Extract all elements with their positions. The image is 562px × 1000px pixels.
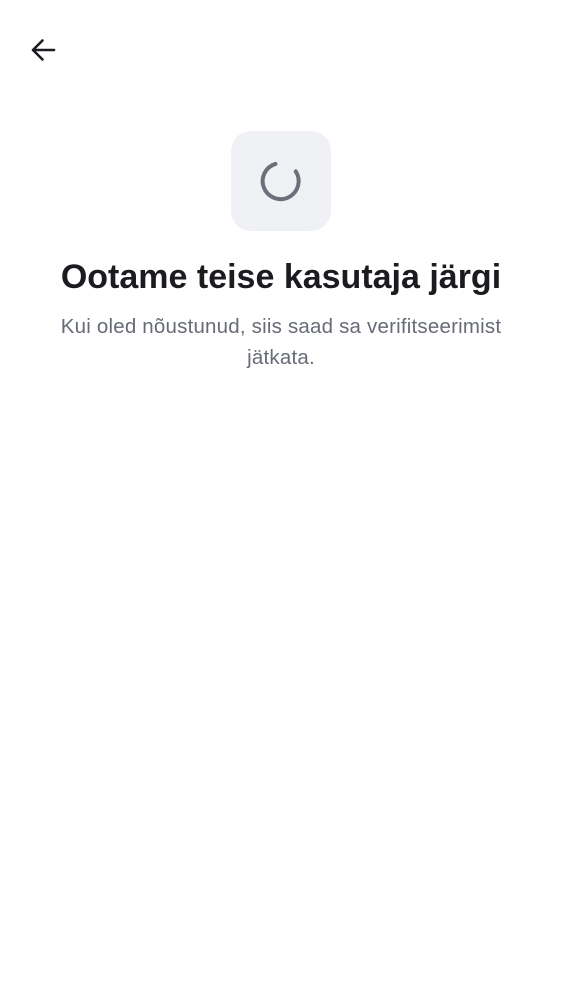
loading-spinner-icon <box>258 158 304 204</box>
back-button[interactable] <box>22 29 64 71</box>
page-title: Ootame teise kasutaja järgi <box>60 258 502 296</box>
status-message: Kui oled nõustunud, siis saad sa verifit… <box>60 315 502 369</box>
loading-indicator <box>231 131 331 231</box>
waiting-screen: Ootame teise kasutaja järgi Kui oled nõu… <box>0 0 562 1000</box>
arrow-left-icon <box>29 36 57 64</box>
